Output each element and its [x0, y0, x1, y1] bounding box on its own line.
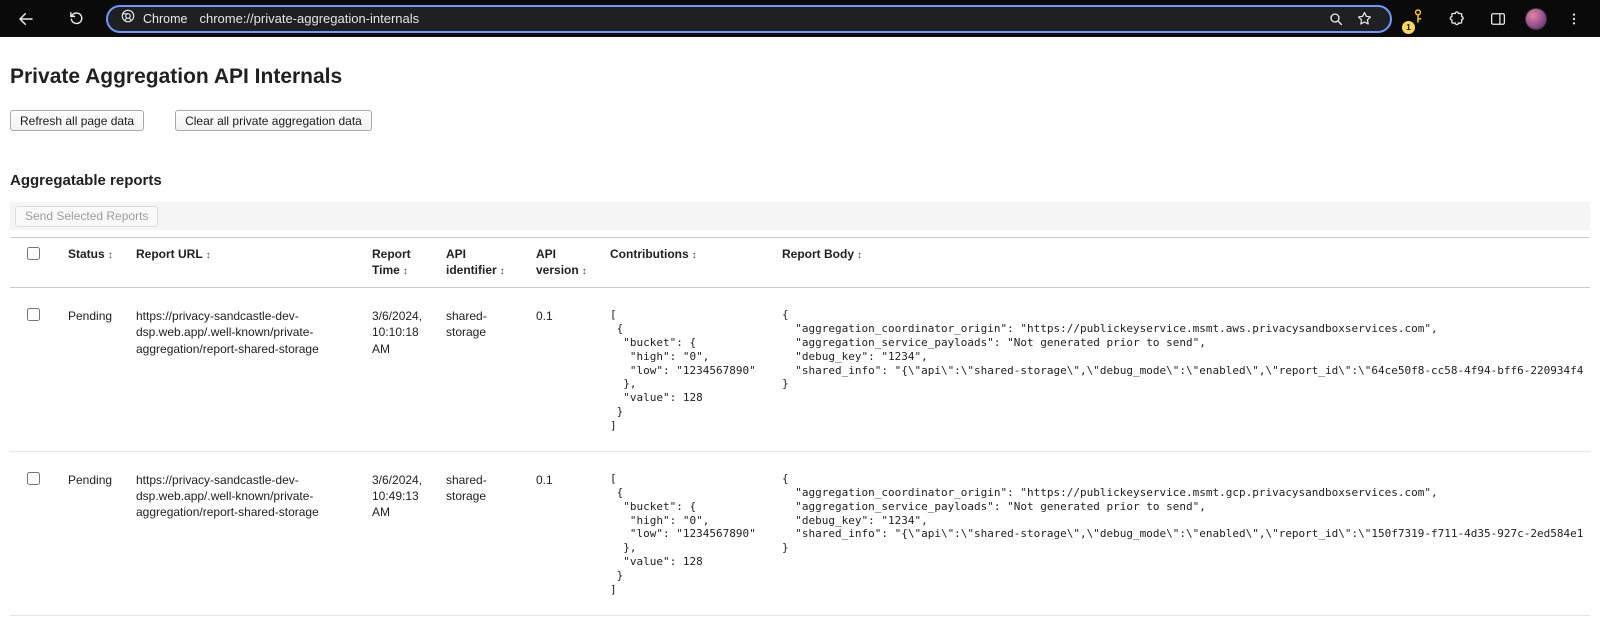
report-body-json: { "aggregation_coordinator_origin": "htt… — [782, 308, 1578, 391]
report-url-cell: https://privacy-sandcastle-dev-dsp.web.a… — [136, 288, 372, 452]
reports-table: Status↕ Report URL↕ Report Time↕ API ide… — [10, 237, 1590, 616]
sort-icon: ↕ — [403, 266, 408, 277]
zoom-icon[interactable] — [1322, 5, 1350, 33]
table-row: Pending https://privacy-sandcastle-dev-d… — [10, 451, 1590, 615]
page-content: Private Aggregation API Internals Refres… — [0, 65, 1600, 616]
sort-icon: ↕ — [108, 250, 113, 261]
puzzle-icon — [1448, 10, 1466, 28]
report-body-json: { "aggregation_coordinator_origin": "htt… — [782, 472, 1578, 555]
table-row: Pending https://privacy-sandcastle-dev-d… — [10, 288, 1590, 452]
profile-avatar[interactable] — [1525, 8, 1547, 30]
header-report-url-label: Report URL — [136, 247, 203, 261]
side-panel-button[interactable] — [1484, 5, 1512, 33]
header-report-url[interactable]: Report URL↕ — [136, 238, 372, 288]
header-status[interactable]: Status↕ — [68, 238, 136, 288]
clear-all-button[interactable]: Clear all private aggregation data — [175, 110, 372, 131]
browser-menu-button[interactable] — [1560, 5, 1588, 33]
report-time-cell: 3/6/2024, 10:10:18 AM — [372, 288, 446, 452]
api-version-cell: 0.1 — [536, 288, 610, 452]
three-dot-menu-icon — [1566, 11, 1582, 27]
header-api-identifier-label: API identifier — [446, 247, 497, 277]
api-identifier-cell: shared-storage — [446, 288, 536, 452]
header-api-version-label: API version — [536, 247, 579, 277]
site-chip-label: Chrome — [143, 12, 187, 26]
contributions-json: [ { "bucket": { "high": "0", "low": "123… — [610, 308, 770, 433]
report-url-cell: https://privacy-sandcastle-dev-dsp.web.a… — [136, 451, 372, 615]
header-contributions-label: Contributions — [610, 247, 689, 261]
sort-icon: ↕ — [582, 266, 587, 277]
extension-badge: 1 — [1402, 21, 1415, 34]
back-button[interactable] — [12, 5, 40, 33]
contributions-cell: [ { "bucket": { "high": "0", "low": "123… — [610, 288, 782, 452]
back-icon — [17, 10, 35, 28]
select-all-checkbox[interactable] — [27, 247, 40, 260]
sort-icon: ↕ — [857, 250, 862, 261]
extension-button[interactable]: 1 — [1406, 7, 1430, 31]
header-api-identifier[interactable]: API identifier↕ — [446, 238, 536, 288]
header-report-time[interactable]: Report Time↕ — [372, 238, 446, 288]
contributions-cell: [ { "bucket": { "high": "0", "low": "123… — [610, 451, 782, 615]
reload-icon — [68, 10, 85, 27]
url-text: chrome://private-aggregation-internals — [199, 11, 419, 26]
header-report-body[interactable]: Report Body↕ — [782, 238, 1590, 288]
sort-icon: ↕ — [692, 250, 697, 261]
api-version-cell: 0.1 — [536, 451, 610, 615]
row-checkbox-cell — [10, 451, 68, 615]
header-contributions[interactable]: Contributions↕ — [610, 238, 782, 288]
refresh-all-button[interactable]: Refresh all page data — [10, 110, 144, 131]
browser-toolbar: Chrome chrome://private-aggregation-inte… — [0, 0, 1600, 37]
row-checkbox[interactable] — [27, 472, 40, 485]
extensions-puzzle-button[interactable] — [1443, 5, 1471, 33]
row-checkbox-cell — [10, 288, 68, 452]
section-title: Aggregatable reports — [10, 172, 1590, 189]
row-checkbox[interactable] — [27, 308, 40, 321]
bookmark-star-icon[interactable] — [1350, 5, 1378, 33]
api-identifier-cell: shared-storage — [446, 451, 536, 615]
report-time-cell: 3/6/2024, 10:49:13 AM — [372, 451, 446, 615]
reports-toolbar: Send Selected Reports — [10, 202, 1590, 230]
status-cell: Pending — [68, 288, 136, 452]
header-status-label: Status — [68, 247, 105, 261]
reload-button[interactable] — [62, 5, 90, 33]
chrome-logo-icon — [120, 8, 136, 29]
page-title: Private Aggregation API Internals — [10, 65, 1590, 89]
report-body-cell: { "aggregation_coordinator_origin": "htt… — [782, 451, 1590, 615]
header-report-body-label: Report Body — [782, 247, 854, 261]
page-actions: Refresh all page data Clear all private … — [10, 110, 1590, 131]
sort-icon: ↕ — [500, 266, 505, 277]
contributions-json: [ { "bucket": { "high": "0", "low": "123… — [610, 472, 770, 597]
select-all-header — [10, 238, 68, 288]
sort-icon: ↕ — [206, 250, 211, 261]
address-bar[interactable]: Chrome chrome://private-aggregation-inte… — [106, 5, 1392, 33]
send-selected-reports-button[interactable]: Send Selected Reports — [15, 206, 158, 227]
toolbar-right-cluster: 1 — [1406, 5, 1588, 33]
table-header-row: Status↕ Report URL↕ Report Time↕ API ide… — [10, 238, 1590, 288]
side-panel-icon — [1489, 10, 1507, 28]
header-api-version[interactable]: API version↕ — [536, 238, 610, 288]
status-cell: Pending — [68, 451, 136, 615]
report-body-cell: { "aggregation_coordinator_origin": "htt… — [782, 288, 1590, 452]
